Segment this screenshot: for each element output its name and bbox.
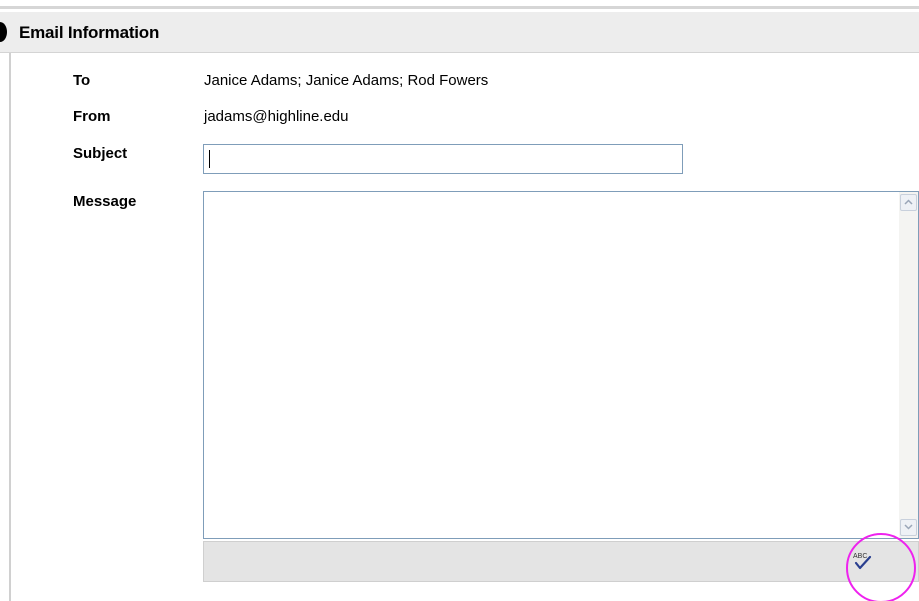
subject-input[interactable] [203, 144, 683, 174]
left-border [9, 53, 11, 601]
to-label: To [73, 72, 91, 89]
text-caret [209, 150, 210, 168]
scroll-up-button[interactable] [900, 194, 917, 211]
section-bullet-icon [0, 22, 7, 42]
message-label: Message [73, 193, 137, 210]
from-label: From [73, 108, 111, 125]
chevron-down-icon [904, 524, 913, 530]
section-title: Email Information [19, 23, 160, 42]
subject-label: Subject [73, 145, 128, 162]
to-value: Janice Adams; Janice Adams; Rod Fowers [204, 72, 489, 89]
editor-toolbar: ABC [203, 541, 919, 582]
chevron-up-icon [904, 199, 913, 205]
email-form: Email Information To Janice Adams; Janic… [0, 0, 919, 601]
scroll-down-button[interactable] [900, 519, 917, 536]
section-header: Email Information [0, 12, 919, 53]
highlight-circle-annotation [846, 533, 916, 601]
from-value: jadams@highline.edu [204, 108, 349, 125]
message-textarea[interactable] [203, 191, 919, 539]
top-divider [0, 6, 919, 9]
message-scrollbar[interactable] [899, 192, 918, 538]
